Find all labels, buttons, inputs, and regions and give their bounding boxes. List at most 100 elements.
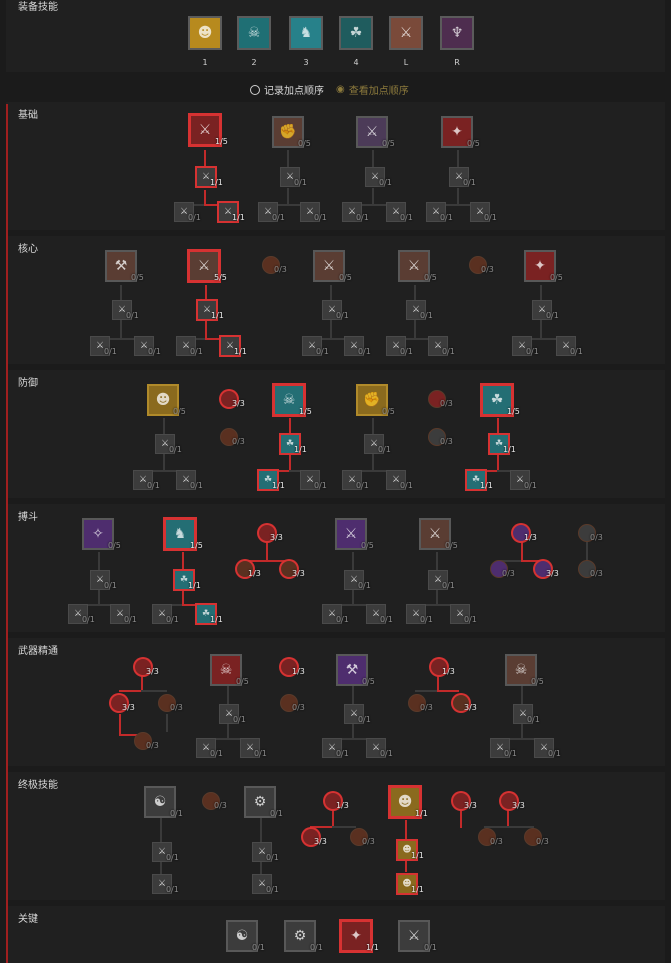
connector	[460, 810, 462, 828]
connector	[484, 826, 534, 828]
skill-rank: 0/1	[188, 213, 201, 222]
skill-rank: 1/5	[299, 407, 312, 416]
skill-rank: 0/1	[546, 311, 559, 320]
skill-rank: 0/1	[266, 853, 279, 862]
skill-rank: 3/3	[464, 801, 477, 810]
skill-rank: 0/1	[442, 581, 455, 590]
skill-rank: 0/5	[236, 677, 249, 686]
skill-rank: 0/1	[169, 445, 182, 454]
skill-rank: 0/5	[362, 677, 375, 686]
skill-rank: 0/5	[445, 541, 458, 550]
equip-key-1: 1	[202, 58, 208, 67]
skill-rank: 0/1	[380, 749, 393, 758]
section-title-defense: 防御	[18, 378, 38, 389]
skill-rank: 0/1	[379, 178, 392, 187]
record-order-toggle[interactable]: 记录加点顺序	[250, 82, 324, 97]
skill-rank: 0/3	[590, 533, 603, 542]
connector	[437, 690, 459, 692]
connector	[586, 540, 588, 562]
skill-rank: 1/5	[215, 137, 228, 146]
connector	[497, 452, 499, 470]
skill-rank: 1/1	[411, 851, 424, 860]
skill-rank: 0/1	[358, 581, 371, 590]
connector	[163, 452, 165, 470]
connector	[436, 552, 438, 572]
equip-slot-4[interactable]: ☘	[339, 16, 373, 50]
connector	[287, 188, 289, 204]
skill-rank: 0/3	[362, 837, 375, 846]
equip-key-r: R	[454, 58, 460, 67]
connector	[166, 714, 168, 732]
view-order-link[interactable]: ◉ 查看加点顺序	[336, 82, 409, 97]
skill-rank: 3/3	[464, 703, 477, 712]
skill-rank: 1/1	[210, 178, 223, 187]
skill-rank: 0/1	[314, 481, 327, 490]
connector	[141, 690, 167, 692]
equip-slot-1[interactable]: ☻	[188, 16, 222, 50]
section-title-core: 核心	[18, 244, 38, 255]
skill-rank: 0/1	[524, 481, 537, 490]
skill-rank: 0/3	[292, 703, 305, 712]
skill-rank: 0/1	[147, 481, 160, 490]
skill-rank: 1/1	[503, 445, 516, 454]
skill-rank: 0/1	[400, 481, 413, 490]
skill-rank: 0/1	[440, 213, 453, 222]
connector	[204, 190, 206, 204]
connector	[182, 552, 184, 572]
skill-rank: 0/1	[356, 481, 369, 490]
skill-rank: 1/1	[211, 311, 224, 320]
skill-rank: 0/5	[382, 139, 395, 148]
connector	[289, 452, 291, 470]
connector	[352, 686, 354, 706]
skill-rank: 0/1	[126, 311, 139, 320]
connector	[119, 714, 121, 734]
connector	[330, 320, 332, 338]
skill-rank: 0/1	[548, 749, 561, 758]
equip-slot-3[interactable]: ♞	[289, 16, 323, 50]
skill-rank: 0/1	[294, 178, 307, 187]
view-order-label: 查看加点顺序	[348, 86, 409, 97]
skill-rank: 0/1	[420, 615, 433, 624]
skill-rank: 0/1	[336, 311, 349, 320]
skill-rank: 3/3	[314, 837, 327, 846]
skill-rank: 0/1	[82, 615, 95, 624]
purple-chalice-icon: ♆	[450, 25, 464, 41]
connector	[141, 676, 143, 690]
skill-rank: 1/3	[248, 569, 261, 578]
connector	[415, 690, 437, 692]
skill-rank: 1/3	[442, 667, 455, 676]
skill-rank: 0/3	[536, 837, 549, 846]
skill-rank: 0/3	[214, 801, 227, 810]
skill-rank: 0/5	[550, 273, 563, 282]
equip-slot-l[interactable]: ⚔	[389, 16, 423, 50]
skill-rank: 0/1	[104, 347, 117, 356]
equip-slot-r[interactable]: ♆	[440, 16, 474, 50]
section-defense: 防御	[6, 370, 665, 498]
skill-rank: 0/3	[274, 265, 287, 274]
skill-rank: 3/3	[232, 399, 245, 408]
equip-key-2: 2	[251, 58, 257, 67]
skill-rank: 3/3	[292, 569, 305, 578]
skill-rank: 0/1	[314, 213, 327, 222]
skill-rank: 0/1	[316, 347, 329, 356]
connector	[352, 552, 354, 572]
skill-rank: 0/1	[270, 809, 283, 818]
equipped-skills-panel: 装备技能	[6, 0, 665, 72]
skill-rank: 0/1	[464, 615, 477, 624]
skill-rank: 0/5	[131, 273, 144, 282]
skill-rank: 0/1	[380, 615, 393, 624]
connector	[119, 690, 141, 692]
skill-rank: 0/1	[420, 311, 433, 320]
skill-rank: 0/1	[104, 581, 117, 590]
skill-rank: 1/1	[411, 885, 424, 894]
connector	[266, 540, 268, 560]
equip-slot-2[interactable]: ☠	[237, 16, 271, 50]
connector	[260, 818, 262, 844]
skill-rank: 1/3	[292, 667, 305, 676]
skill-rank: 0/1	[484, 213, 497, 222]
teal-trio-icon: ☘	[349, 25, 363, 41]
skill-rank: 5/5	[214, 273, 227, 282]
skill-rank: 0/1	[570, 347, 583, 356]
skill-rank: 0/1	[526, 347, 539, 356]
skill-rank: 1/1	[188, 581, 201, 590]
